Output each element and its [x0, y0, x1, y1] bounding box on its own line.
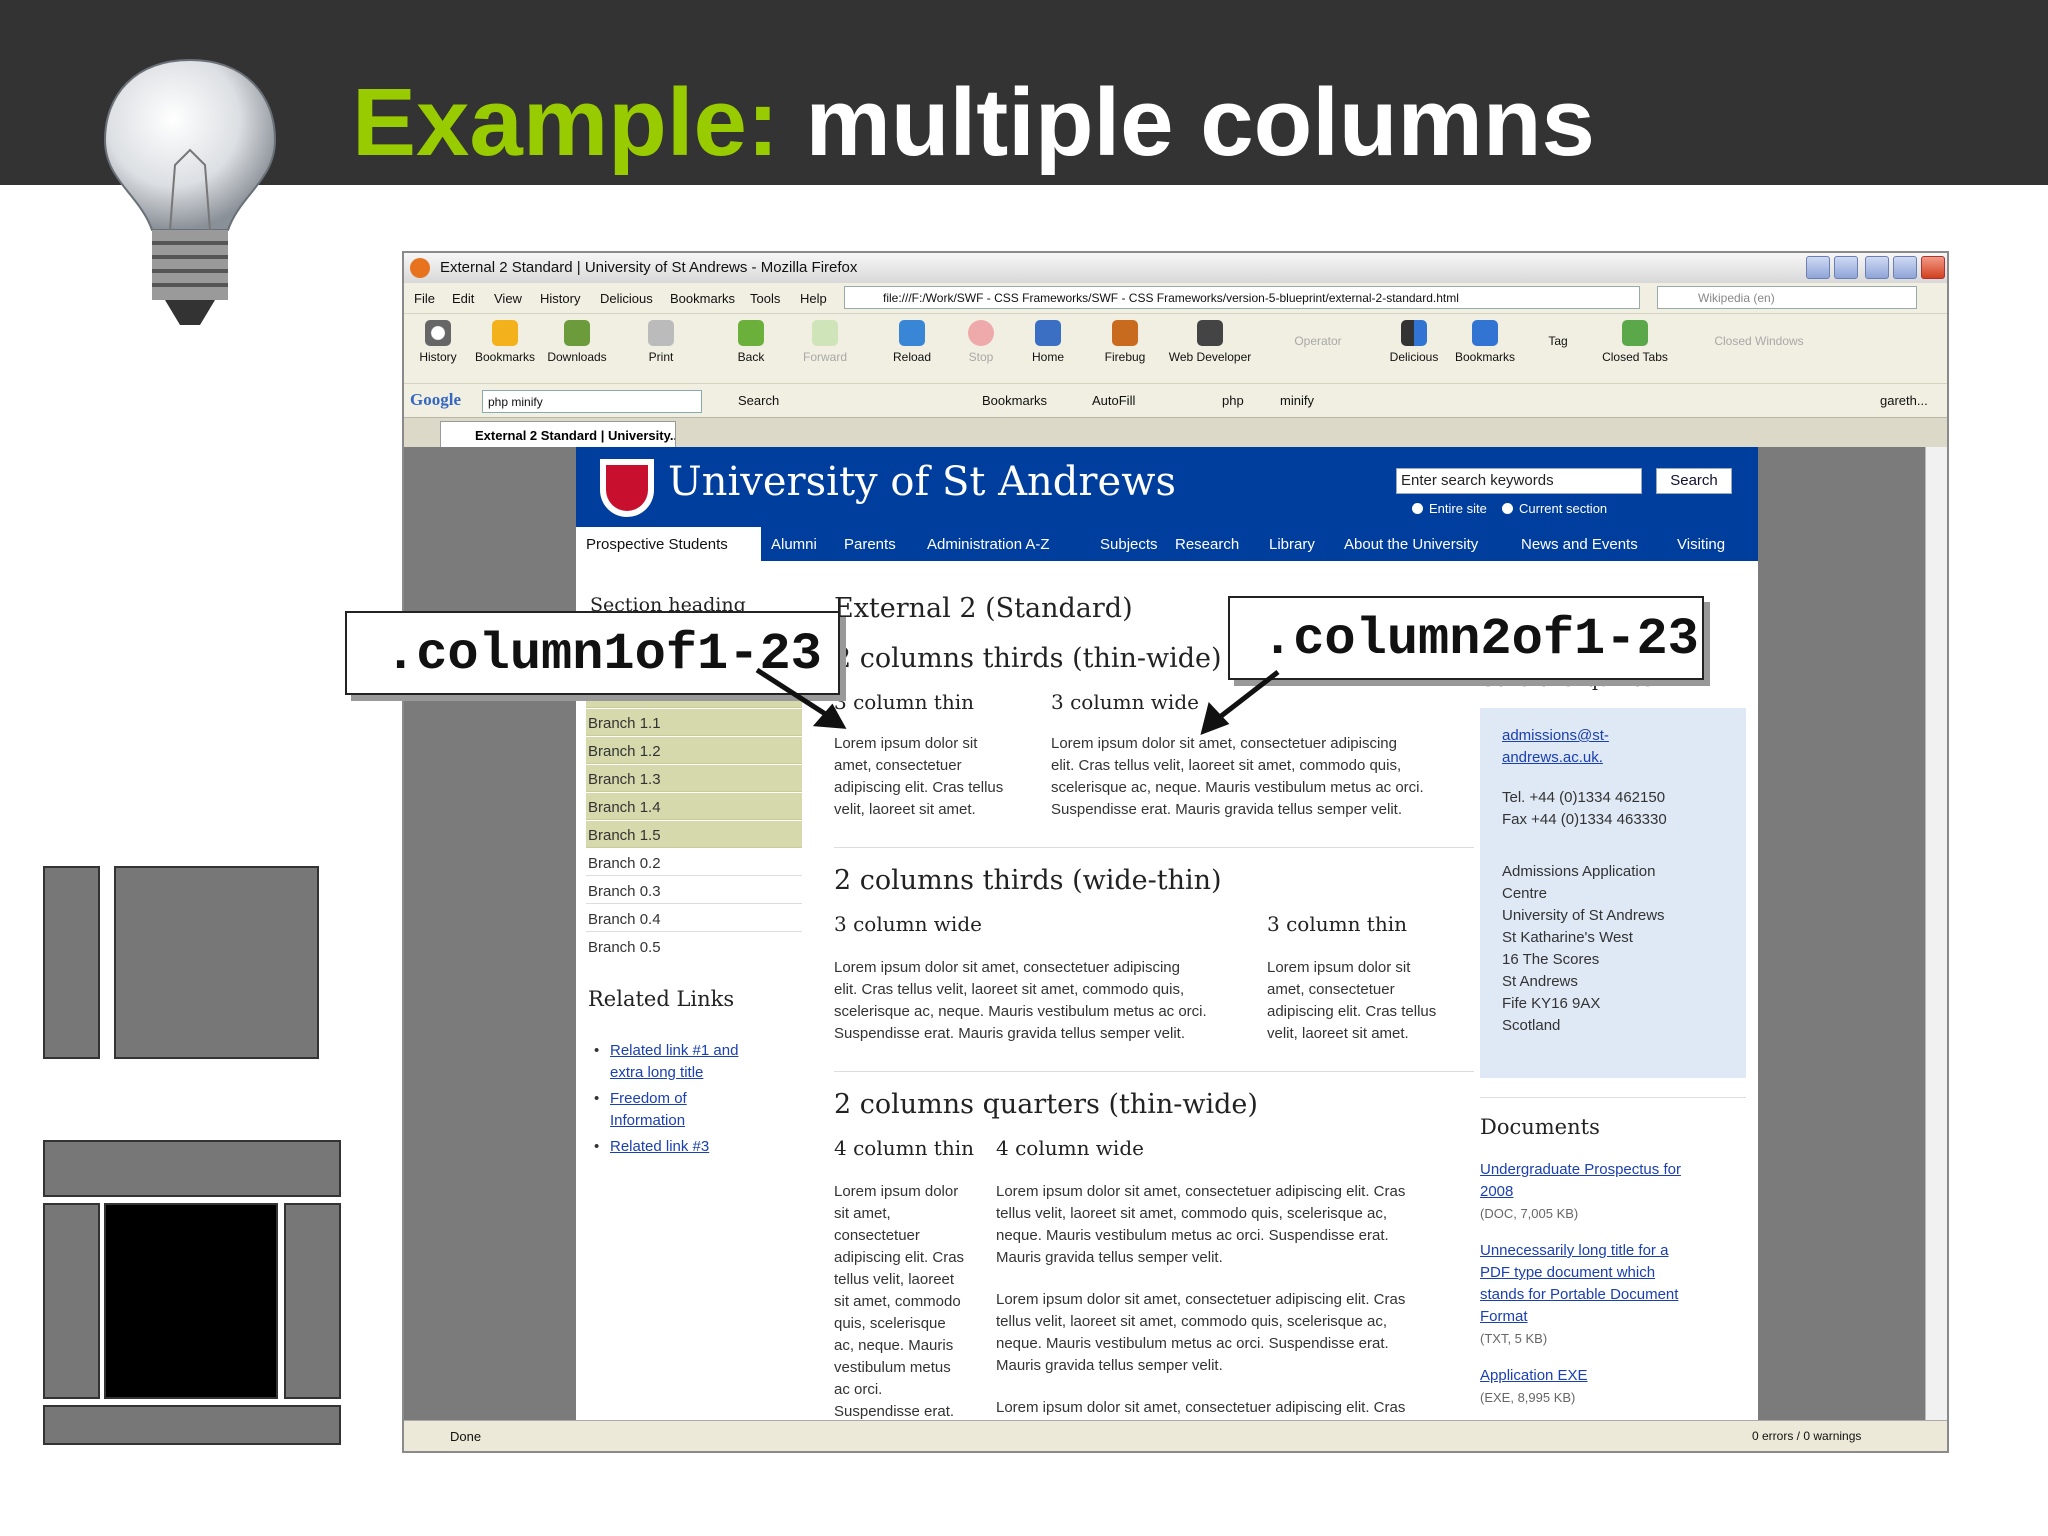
arrow-right-line: [1214, 670, 1280, 722]
arrow-right-head: [1200, 701, 1230, 736]
arrow-left-line: [755, 667, 832, 720]
callout-arrows: [755, 667, 1280, 736]
